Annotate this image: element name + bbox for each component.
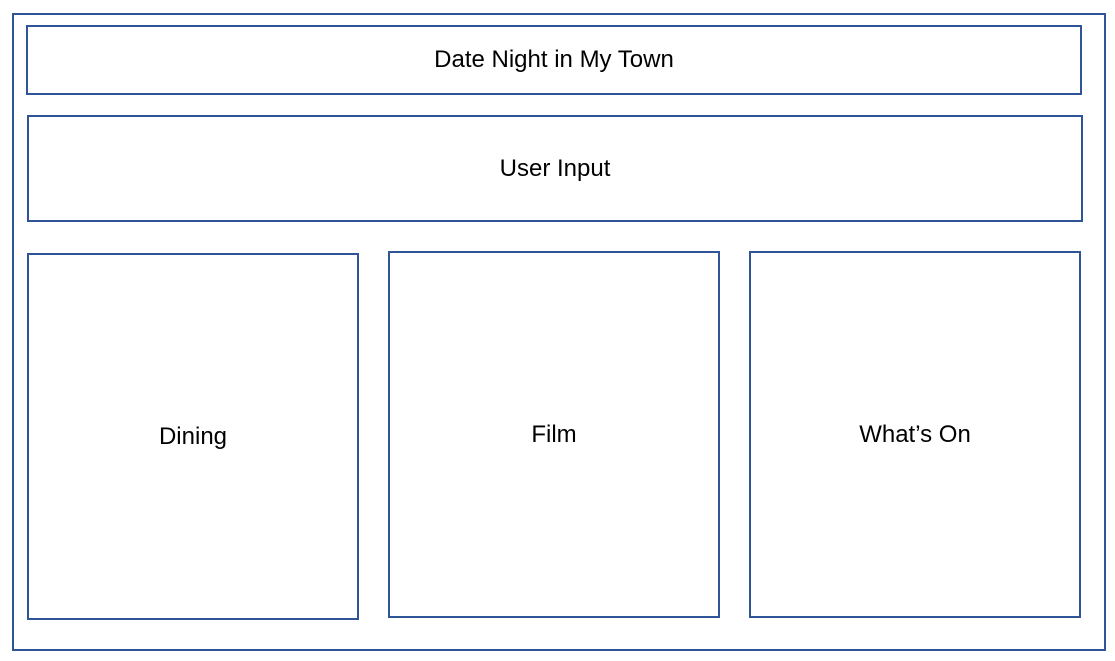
user-input-label: User Input (499, 154, 611, 182)
header-box: Date Night in My Town (26, 25, 1082, 95)
user-input-box[interactable]: User Input (27, 115, 1083, 222)
film-panel[interactable]: Film (388, 251, 720, 618)
film-label: Film (531, 420, 577, 448)
page-title: Date Night in My Town (434, 46, 674, 73)
whats-on-panel[interactable]: What’s On (749, 251, 1081, 618)
whats-on-label: What’s On (859, 420, 971, 448)
dining-label: Dining (158, 422, 228, 450)
dining-panel[interactable]: Dining (27, 253, 359, 620)
